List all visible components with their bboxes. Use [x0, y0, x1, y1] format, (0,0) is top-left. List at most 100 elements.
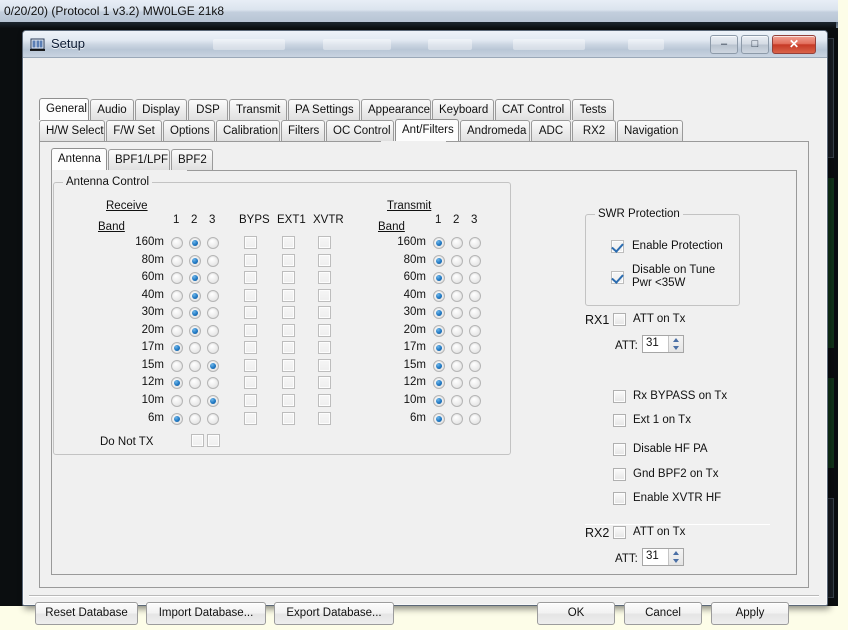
tab-cat-control[interactable]: CAT Control [495, 99, 571, 120]
ext1-checkbox-15m[interactable] [282, 358, 295, 372]
tx-antenna-radio-60m-1[interactable] [433, 272, 445, 285]
rx-antenna-radio-6m-1[interactable] [171, 412, 183, 425]
enable-xvtr-hf-checkbox[interactable] [613, 492, 626, 505]
spin-up-icon[interactable] [673, 338, 679, 342]
disable-hf-pa-checkbox[interactable] [613, 443, 626, 456]
rx-antenna-radio-12m-2[interactable] [189, 377, 201, 390]
xvtr-checkbox-80m[interactable] [318, 253, 331, 267]
tx-antenna-radio-20m-3[interactable] [469, 324, 481, 337]
rx-antenna-radio-6m-2[interactable] [189, 412, 201, 425]
tx-antenna-radio-80m-3[interactable] [469, 254, 481, 267]
tx-antenna-radio-20m-1[interactable] [433, 324, 445, 337]
tab-dsp[interactable]: DSP [188, 99, 228, 120]
enable-protection-checkbox[interactable] [611, 240, 624, 253]
ext1-checkbox-30m[interactable] [282, 306, 295, 320]
tab-appearance[interactable]: Appearance [361, 99, 431, 120]
ext1-checkbox-6m[interactable] [282, 411, 295, 425]
tab-general[interactable]: General [39, 98, 89, 120]
rx-antenna-radio-80m-1[interactable] [171, 254, 183, 267]
rx-antenna-radio-160m-1[interactable] [171, 237, 183, 249]
rx-antenna-radio-17m-1[interactable] [171, 342, 183, 355]
close-button[interactable]: ✕ [772, 35, 816, 54]
byps-checkbox-12m[interactable] [244, 376, 257, 390]
rx-antenna-radio-15m-1[interactable] [171, 359, 183, 372]
tab-fw-set[interactable]: F/W Set [106, 120, 162, 141]
ext1-checkbox-10m[interactable] [282, 393, 295, 407]
tx-antenna-radio-15m-3[interactable] [469, 359, 481, 372]
byps-checkbox-15m[interactable] [244, 358, 257, 372]
byps-checkbox-40m[interactable] [244, 288, 257, 302]
rx-antenna-radio-40m-3[interactable] [207, 289, 219, 302]
do-not-tx-checkbox-2[interactable] [207, 434, 220, 447]
rx-antenna-radio-15m-3[interactable] [207, 359, 219, 372]
tab-bpf1-lpf[interactable]: BPF1/LPF [108, 149, 170, 170]
tx-antenna-radio-10m-2[interactable] [451, 394, 463, 407]
tab-antenna[interactable]: Antenna [51, 148, 107, 170]
rx2-att-spin-buttons[interactable] [668, 549, 683, 565]
tx-antenna-radio-80m-1[interactable] [433, 254, 445, 267]
rx-antenna-radio-10m-1[interactable] [171, 394, 183, 407]
rx-antenna-radio-20m-2[interactable] [189, 324, 201, 337]
tx-antenna-radio-6m-3[interactable] [469, 412, 481, 425]
rx-antenna-radio-12m-3[interactable] [207, 377, 219, 390]
maximize-button[interactable]: □ [741, 35, 769, 54]
apply-button[interactable]: Apply [711, 602, 789, 625]
tx-antenna-radio-12m-2[interactable] [451, 377, 463, 390]
tx-antenna-radio-30m-3[interactable] [469, 307, 481, 320]
tab-transmit[interactable]: Transmit [229, 99, 287, 120]
rx-antenna-radio-17m-2[interactable] [189, 342, 201, 355]
tx-antenna-radio-60m-3[interactable] [469, 272, 481, 285]
tx-antenna-radio-60m-2[interactable] [451, 272, 463, 285]
tab-tests[interactable]: Tests [572, 99, 614, 120]
ext1-checkbox-40m[interactable] [282, 288, 295, 302]
tx-antenna-radio-10m-3[interactable] [469, 394, 481, 407]
rx-antenna-radio-15m-2[interactable] [189, 359, 201, 372]
spin-up-icon[interactable] [673, 551, 679, 555]
rx-antenna-radio-160m-3[interactable] [207, 237, 219, 249]
tx-antenna-radio-12m-3[interactable] [469, 377, 481, 390]
rx-antenna-radio-20m-1[interactable] [171, 324, 183, 337]
tab-keyboard[interactable]: Keyboard [432, 99, 494, 120]
ext1-checkbox-80m[interactable] [282, 253, 295, 267]
rx-antenna-radio-60m-2[interactable] [189, 272, 201, 285]
xvtr-checkbox-12m[interactable] [318, 376, 331, 390]
rx-antenna-radio-17m-3[interactable] [207, 342, 219, 355]
tab-bpf2[interactable]: BPF2 [171, 149, 213, 170]
ext1-checkbox-17m[interactable] [282, 341, 295, 355]
tx-antenna-radio-30m-1[interactable] [433, 307, 445, 320]
tab-audio[interactable]: Audio [90, 99, 134, 120]
xvtr-checkbox-40m[interactable] [318, 288, 331, 302]
minimize-button[interactable]: – [710, 35, 738, 54]
reset-database-button[interactable]: Reset Database [35, 602, 138, 625]
tx-antenna-radio-80m-2[interactable] [451, 254, 463, 267]
tab-pa-settings[interactable]: PA Settings [288, 99, 360, 120]
export-database-button[interactable]: Export Database... [274, 602, 394, 625]
tx-antenna-radio-17m-1[interactable] [433, 342, 445, 355]
rx-antenna-radio-10m-3[interactable] [207, 394, 219, 407]
tx-antenna-radio-6m-2[interactable] [451, 412, 463, 425]
rx-antenna-radio-10m-2[interactable] [189, 394, 201, 407]
tab-navigation[interactable]: Navigation [617, 120, 683, 141]
byps-checkbox-80m[interactable] [244, 253, 257, 267]
tx-antenna-radio-15m-2[interactable] [451, 359, 463, 372]
rx-antenna-radio-40m-1[interactable] [171, 289, 183, 302]
rx-antenna-radio-6m-3[interactable] [207, 412, 219, 425]
tab-oc-control[interactable]: OC Control [326, 120, 394, 141]
rx1-att-on-tx-checkbox[interactable] [613, 313, 626, 326]
ext1-checkbox-60m[interactable] [282, 271, 295, 285]
tx-antenna-radio-12m-1[interactable] [433, 377, 445, 390]
rx2-att-spinner[interactable]: 31 [642, 548, 684, 566]
tab-filters[interactable]: Filters [281, 120, 325, 141]
tx-antenna-radio-160m-2[interactable] [451, 237, 463, 249]
ext1-on-tx-checkbox[interactable] [613, 414, 626, 427]
xvtr-checkbox-160m[interactable] [318, 236, 331, 249]
xvtr-checkbox-60m[interactable] [318, 271, 331, 285]
rx-antenna-radio-80m-2[interactable] [189, 254, 201, 267]
rx-antenna-radio-160m-2[interactable] [189, 237, 201, 249]
rx-antenna-radio-80m-3[interactable] [207, 254, 219, 267]
tab-calibration[interactable]: Calibration [216, 120, 280, 141]
cancel-button[interactable]: Cancel [624, 602, 702, 625]
rx-antenna-radio-60m-1[interactable] [171, 272, 183, 285]
byps-checkbox-10m[interactable] [244, 393, 257, 407]
gnd-bpf2-on-tx-checkbox[interactable] [613, 468, 626, 481]
